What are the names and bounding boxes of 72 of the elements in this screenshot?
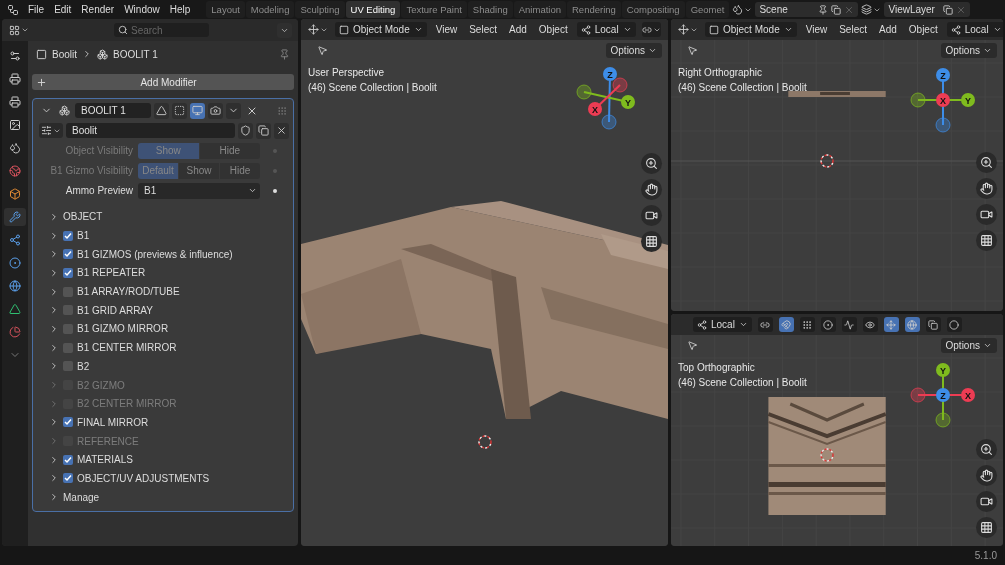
workspace-tab[interactable]: Texture Paint [401, 1, 467, 18]
workspace-tab[interactable]: Sculpting [295, 1, 345, 18]
axis-button[interactable]: X [588, 102, 602, 116]
axis-button[interactable]: X [961, 388, 975, 402]
panel-header[interactable]: B1 GIZMOS (previews & influence) [77, 248, 233, 260]
menu-item[interactable]: Object [905, 24, 941, 35]
panel-header[interactable]: B1 ARRAY/ROD/TUBE [77, 286, 180, 298]
menu-item[interactable]: Select [466, 24, 500, 35]
panel-header[interactable]: B1 [77, 230, 90, 242]
view-layer-field[interactable]: ViewLayer [884, 2, 971, 17]
menu-item[interactable]: Select [836, 24, 870, 35]
orientation-dropdown[interactable]: Local [693, 317, 752, 332]
panel-header[interactable]: B2 [77, 360, 90, 372]
menu-item[interactable]: Object [535, 24, 571, 35]
panel-header[interactable]: B1 REPEATER [77, 267, 146, 279]
collection-label: (46) Scene Collection | Boolit [308, 82, 437, 93]
axis-button[interactable]: Z [936, 388, 950, 402]
breadcrumb-item[interactable]: Boolit [52, 48, 77, 60]
menu-item[interactable]: Edit [50, 2, 76, 17]
menu-item[interactable]: Window [120, 2, 164, 17]
menu-item[interactable]: File [24, 2, 49, 17]
axis-button[interactable]: Y [961, 93, 975, 107]
workspace-tab[interactable]: Shading [467, 1, 513, 18]
mode-dropdown[interactable]: Object Mode [335, 22, 427, 37]
axis-button[interactable]: Y [621, 95, 635, 109]
ammo-dropdown[interactable]: B1 [138, 182, 260, 199]
search-field[interactable]: Search [114, 23, 209, 37]
workspace-tab[interactable]: Compositing [621, 1, 685, 18]
panel-header[interactable]: Manage [63, 491, 100, 503]
orientation-dropdown[interactable]: Local [946, 22, 1003, 37]
view-name: User Perspective [308, 67, 386, 78]
panel-header[interactable]: OBJECT [63, 211, 103, 223]
mode-dropdown[interactable]: Object Mode [705, 22, 797, 37]
options-dropdown[interactable]: Options [940, 43, 997, 58]
workspace-tab[interactable]: Animation [513, 1, 566, 18]
options-dropdown[interactable]: Options [940, 338, 997, 353]
panel-header[interactable]: B1 GIZMO MIRROR [77, 323, 169, 335]
menu-item[interactable]: View [802, 24, 831, 35]
workspace-tab[interactable]: Layout [206, 1, 245, 18]
collection-label: (46) Scene Collection | Boolit [678, 82, 807, 93]
collection-label: (46) Scene Collection | Boolit [678, 377, 807, 388]
workspace-tab[interactable]: Modeling [245, 1, 295, 18]
add-modifier-button[interactable]: Add Modifier [32, 74, 294, 90]
axis-button[interactable]: X [936, 93, 950, 107]
workspace-tab[interactable]: Geomet [685, 1, 730, 18]
panel-header[interactable]: MATERIALS [77, 454, 133, 466]
panel-header[interactable]: FINAL MIRROR [77, 416, 149, 428]
axis-button[interactable]: Z [603, 67, 617, 81]
workspace-tab[interactable]: Rendering [567, 1, 621, 18]
modifier-name-field[interactable]: BOOLIT 1 [75, 103, 151, 118]
field-label: B1 Gizmo Visibility [49, 165, 133, 176]
menu-item[interactable]: View [432, 24, 461, 35]
menu-item[interactable]: Add [506, 24, 530, 35]
axis-button[interactable]: Z [936, 68, 950, 82]
breadcrumb-item[interactable]: BOOLIT 1 [113, 48, 158, 60]
field-label: Ammo Preview [64, 185, 133, 196]
panel-header[interactable]: B1 GRID ARRAY [77, 304, 153, 316]
view-name: Top Orthographic [678, 362, 756, 373]
scene-field[interactable]: Scene [755, 2, 859, 17]
panel-header[interactable]: OBJECT/UV ADJUSTMENTS [77, 472, 210, 484]
node-group-field[interactable]: Boolit [66, 123, 235, 138]
version-label: 5.1.0 [974, 550, 997, 561]
axis-button[interactable]: Y [936, 363, 950, 377]
view-name: Right Orthographic [678, 67, 763, 78]
options-dropdown[interactable]: Options [605, 43, 662, 58]
panel-header[interactable]: B1 CENTER MIRROR [77, 342, 177, 354]
workspace-tab[interactable]: UV Editing [345, 1, 401, 18]
orientation-dropdown[interactable]: Local [576, 22, 636, 37]
field-label: Object Visibility [64, 145, 133, 156]
menu-item[interactable]: Help [165, 2, 195, 17]
menu-item[interactable]: Add [876, 24, 900, 35]
menu-item[interactable]: Render [77, 2, 119, 17]
